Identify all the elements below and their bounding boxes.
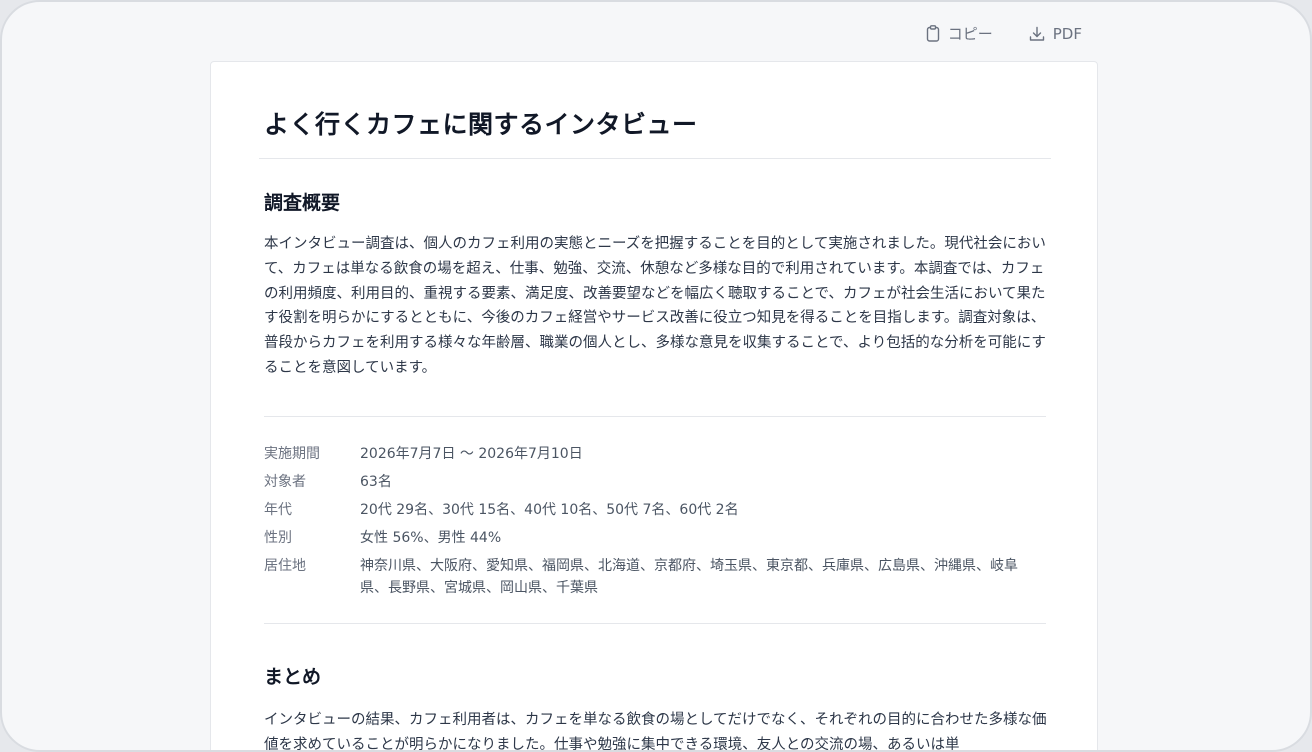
summary-body: インタビューの結果、カフェ利用者は、カフェを単なる飲食の場としてだけでなく、それ…	[264, 712, 1047, 752]
copy-button[interactable]: コピー	[926, 23, 993, 44]
copy-label: コピー	[947, 25, 993, 43]
info-row-residence: 居住地 神奈川県、大阪府、愛知県、福岡県、北海道、京都府、埼玉県、東京都、兵庫県…	[264, 555, 1046, 599]
download-icon	[1029, 26, 1045, 42]
document-card: よく行くカフェに関するインタビュー 調査概要 本インタビュー調査は、個人のカフェ…	[210, 61, 1098, 752]
survey-info: 実施期間 2026年7月7日 〜 2026年7月10日 対象者 63名 年代 2…	[264, 443, 1046, 605]
app-window: コピー PDF よく行くカフェに関するインタビュー 調査概要 本インタビュー調査…	[0, 0, 1312, 752]
document-title: よく行くカフェに関するインタビュー	[264, 110, 698, 139]
info-row-period: 実施期間 2026年7月7日 〜 2026年7月10日	[264, 443, 1046, 465]
pdf-label: PDF	[1052, 24, 1082, 43]
info-label: 実施期間	[264, 446, 320, 462]
overview-heading: 調査概要	[264, 192, 341, 214]
pdf-download-button[interactable]: PDF	[1029, 25, 1082, 43]
overview-body: 本インタビュー調査は、個人のカフェ利用の実態とニーズを把握することを目的として実…	[264, 236, 1046, 376]
info-value: 2026年7月7日 〜 2026年7月10日	[360, 446, 583, 462]
info-label: 年代	[264, 502, 292, 518]
summary-heading: まとめ	[264, 666, 322, 688]
info-row-age: 年代 20代 29名、30代 15名、40代 10名、50代 7名、60代 2名	[264, 499, 1046, 521]
info-value: 女性 56%、男性 44%	[360, 530, 502, 546]
info-label: 対象者	[264, 474, 306, 490]
clipboard-icon	[926, 25, 940, 42]
toolbar: コピー PDF	[926, 23, 1082, 44]
info-row-gender: 性別 女性 56%、男性 44%	[264, 527, 1046, 549]
info-label: 性別	[264, 530, 292, 546]
info-label: 居住地	[264, 558, 306, 574]
info-value: 20代 29名、30代 15名、40代 10名、50代 7名、60代 2名	[360, 502, 739, 518]
info-row-subjects: 対象者 63名	[264, 471, 1046, 493]
title-divider	[259, 158, 1051, 159]
info-value: 63名	[360, 474, 392, 490]
info-divider	[264, 623, 1046, 624]
info-value: 神奈川県、大阪府、愛知県、福岡県、北海道、京都府、埼玉県、東京都、兵庫県、広島県…	[360, 558, 1018, 596]
overview-divider	[264, 416, 1046, 417]
